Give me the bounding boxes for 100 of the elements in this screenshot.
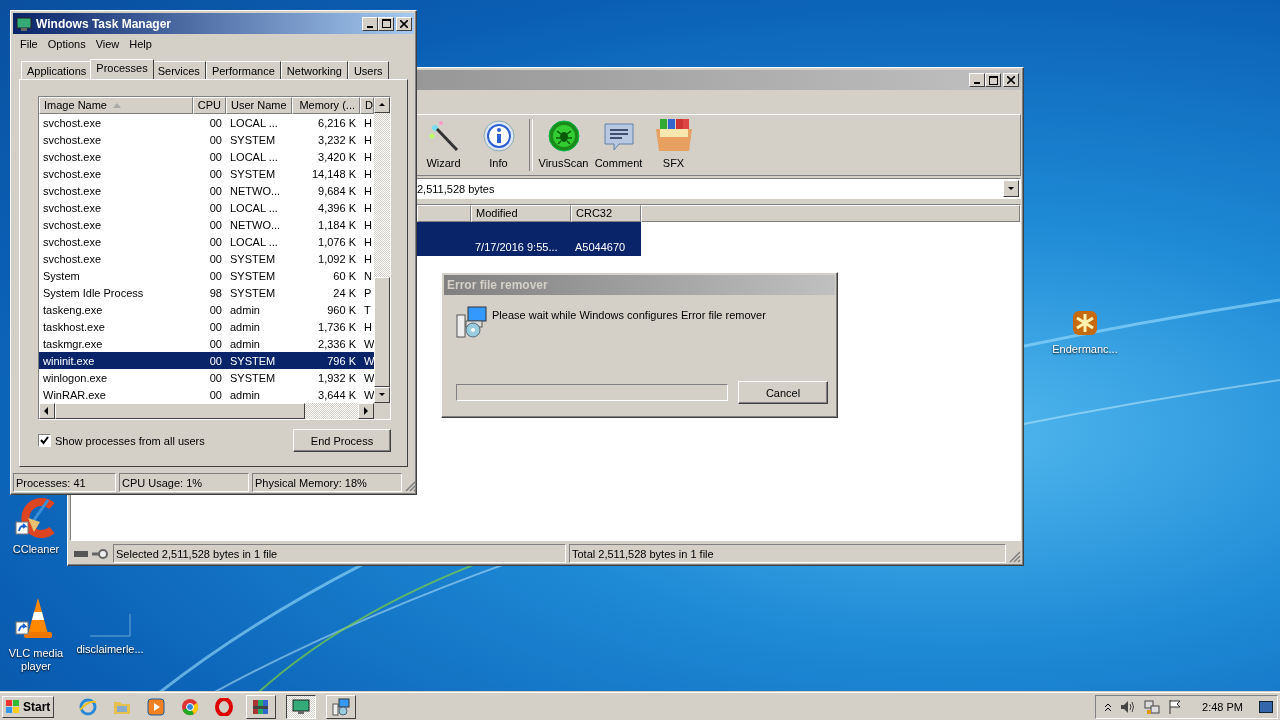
desktop-icon-label[interactable]: disclaimerle... (76, 643, 144, 656)
chevron-up-icon[interactable] (1104, 701, 1113, 712)
minimize-button[interactable] (969, 73, 985, 87)
show-desktop-icon[interactable] (1259, 700, 1273, 713)
process-row[interactable]: taskhost.exe 00 admin 1,736 K H (39, 318, 374, 335)
process-row[interactable]: System 00 SYSTEM 60 K N (39, 267, 374, 284)
scroll-arrow-button[interactable] (39, 403, 55, 419)
menu-item[interactable]: Options (42, 37, 91, 50)
menu-item[interactable]: File (15, 37, 43, 50)
column-header[interactable]: User Name (226, 97, 292, 114)
file-row[interactable]: 7/17/2016 9:55... A5044670 (417, 222, 641, 256)
table-cell-text: 7/17/2016 9:55... (474, 240, 559, 255)
scroll-arrow-button[interactable] (358, 403, 374, 419)
table-cell-text: N (363, 268, 373, 284)
status-pane: Total 2,511,528 bytes in 1 file (569, 544, 1006, 563)
toolbar-button[interactable]: Comment (591, 115, 646, 175)
tab[interactable]: Performance (205, 61, 281, 79)
table-cell-text: SYSTEM (229, 285, 277, 301)
close-button[interactable] (1003, 73, 1019, 87)
tab[interactable]: Processes (90, 59, 154, 79)
table-cell-text: taskmgr.exe (42, 336, 104, 352)
process-row[interactable]: svchost.exe 00 SYSTEM 1,092 K H (39, 250, 374, 267)
column-header[interactable]: CRC32 (571, 205, 641, 222)
process-row[interactable]: svchost.exe 00 LOCAL ... 4,396 K H (39, 199, 374, 216)
flag-icon[interactable] (1168, 698, 1183, 715)
column-header[interactable]: CPU (193, 97, 226, 114)
table-cell-text: taskhost.exe (42, 319, 106, 335)
table-cell-text: wininit.exe (42, 353, 96, 369)
maximize-button[interactable] (985, 73, 1001, 87)
horizontal-scrollbar[interactable] (39, 403, 374, 419)
column-header[interactable]: Image Name (39, 97, 193, 114)
process-row[interactable]: winlogon.exe 00 SYSTEM 1,932 K W (39, 369, 374, 386)
table-cell-text: 3,644 K (317, 387, 357, 403)
table-cell-text: NETWO... (229, 217, 282, 233)
desktop-icon-label[interactable]: CCleaner (12, 543, 60, 556)
network-icon[interactable] (1144, 698, 1161, 715)
process-row[interactable]: svchost.exe 00 NETWO... 1,184 K H (39, 216, 374, 233)
tab[interactable]: Users (347, 61, 389, 79)
scroll-arrow-button[interactable] (374, 97, 390, 113)
process-row[interactable]: svchost.exe 00 LOCAL ... 3,420 K H (39, 148, 374, 165)
table-cell-text: LOCAL ... (229, 200, 279, 216)
process-row[interactable]: svchost.exe 00 SYSTEM 3,232 K H (39, 131, 374, 148)
column-header[interactable]: Memory (... (292, 97, 360, 114)
tab[interactable]: Applications (21, 61, 93, 79)
table-cell-text: P (363, 285, 373, 301)
process-row[interactable]: System Idle Process 98 SYSTEM 24 K P (39, 284, 374, 301)
toolbar-button[interactable]: VirusScan (536, 115, 591, 175)
table-cell-text: admin (229, 387, 261, 403)
table-cell-text: 1,932 K (317, 370, 357, 386)
resize-grip-icon[interactable] (405, 480, 417, 492)
toolbar-button[interactable]: Wizard (416, 115, 471, 175)
table-cell-text: A5044670 (574, 240, 627, 255)
process-row[interactable]: wininit.exe 00 SYSTEM 796 K W (39, 352, 374, 369)
toolbar-button[interactable]: Info (471, 115, 526, 175)
table-cell-text: svchost.exe (42, 217, 103, 233)
table-cell-text: svchost.exe (42, 251, 103, 267)
minimize-icon (974, 82, 980, 84)
process-row[interactable]: svchost.exe 00 LOCAL ... 6,216 K H (39, 114, 374, 131)
table-cell-text: svchost.exe (42, 183, 103, 199)
table-cell-text: 98 (208, 285, 223, 301)
monitor-icon (292, 698, 310, 715)
table-cell-text: H (363, 183, 373, 199)
maximize-button[interactable] (378, 16, 394, 31)
clock[interactable]: 2:48 PM (1190, 700, 1251, 713)
process-row[interactable]: svchost.exe 00 NETWO... 9,684 K H (39, 182, 374, 199)
process-row[interactable]: svchost.exe 00 SYSTEM 14,148 K H (39, 165, 374, 182)
column-header[interactable]: D (360, 97, 374, 114)
table-cell-text: 24 K (332, 285, 357, 301)
table-cell-text: W (363, 353, 374, 369)
process-row[interactable]: taskeng.exe 00 admin 960 K T (39, 301, 374, 318)
path-field[interactable]: 2,511,528 bytes (417, 178, 1021, 199)
toolbar-button[interactable]: SFX (646, 115, 701, 175)
tab[interactable]: Networking (280, 61, 348, 79)
close-button[interactable] (396, 16, 412, 31)
process-row[interactable]: WinRAR.exe 00 admin 3,644 K W (39, 386, 374, 403)
menu-item[interactable]: View (90, 37, 125, 50)
taskbar-button[interactable] (286, 694, 316, 719)
vertical-scrollbar[interactable] (374, 97, 390, 403)
table-cell-text: 00 (208, 268, 223, 284)
start-button[interactable]: Start (2, 695, 54, 718)
table-cell-text: svchost.exe (42, 200, 103, 216)
process-row[interactable]: taskmgr.exe 00 admin 2,336 K W (39, 335, 374, 352)
o-icon (215, 697, 233, 716)
minimize-button[interactable] (362, 16, 378, 31)
end-process-button[interactable]: End Process (293, 429, 391, 452)
scroll-thumb[interactable] (374, 277, 390, 387)
desktop-icon-label[interactable]: VLC media player (0, 647, 72, 673)
dropdown-button[interactable] (1003, 180, 1019, 197)
browser-icon (181, 697, 199, 716)
show-all-users-checkbox[interactable]: Show processes from all users (38, 434, 205, 447)
speaker-icon[interactable] (1120, 699, 1137, 714)
table-cell-text: 14,148 K (310, 166, 357, 182)
column-header[interactable]: Modified (471, 205, 571, 222)
process-row[interactable]: svchost.exe 00 LOCAL ... 1,076 K H (39, 233, 374, 250)
scroll-thumb[interactable] (55, 403, 305, 419)
cancel-button[interactable]: Cancel (738, 381, 828, 404)
resize-grip-icon[interactable] (1009, 551, 1021, 563)
menu-item[interactable]: Help (124, 37, 157, 50)
scroll-arrow-button[interactable] (374, 387, 390, 403)
tab[interactable]: Services (151, 61, 206, 79)
